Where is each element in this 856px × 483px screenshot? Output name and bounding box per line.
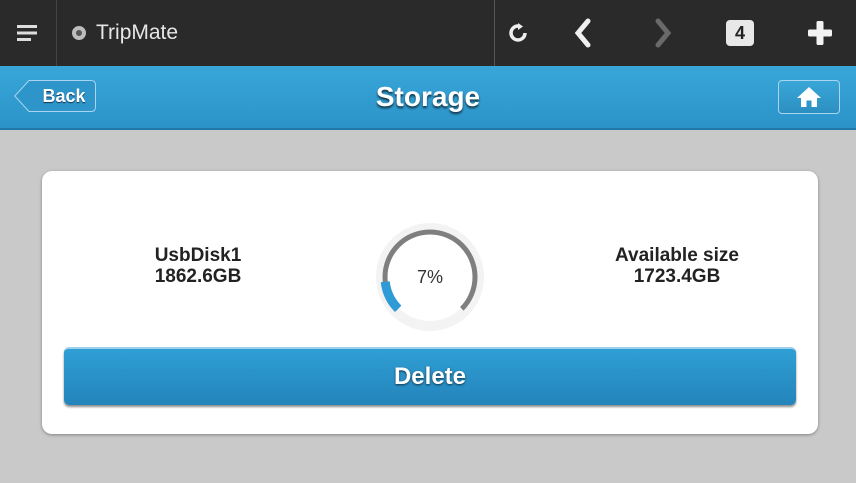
app-logo-icon	[72, 26, 86, 40]
tabs-button[interactable]: 4	[710, 0, 770, 66]
new-tab-button[interactable]	[790, 0, 850, 66]
menu-button[interactable]	[0, 0, 57, 66]
refresh-icon	[509, 23, 527, 42]
delete-button[interactable]: Delete	[64, 347, 796, 405]
disk-total-size: 1862.6GB	[154, 266, 242, 287]
hamburger-icon	[17, 25, 37, 41]
usage-percent: 7%	[416, 267, 443, 287]
top-bar: TripMate 4	[0, 0, 856, 66]
refresh-button[interactable]	[488, 0, 548, 66]
back-arrow-icon	[574, 18, 591, 48]
available-label: Available size	[615, 245, 739, 266]
nav-back-button[interactable]	[553, 0, 613, 66]
disk-name: UsbDisk1	[154, 245, 242, 266]
available-info: Available size 1723.4GB	[597, 245, 757, 287]
forward-arrow-icon	[655, 18, 672, 48]
back-button-label: Back	[42, 86, 86, 106]
app-title: TripMate	[72, 0, 178, 66]
plus-icon	[808, 21, 832, 45]
disk-info: UsbDisk1 1862.6GB	[138, 245, 258, 287]
page-title: Storage	[375, 81, 481, 112]
storage-card: UsbDisk1 1862.6GB 7% Available size 1723…	[42, 171, 818, 434]
nav-forward-button[interactable]	[633, 0, 693, 66]
app-title-text: TripMate	[96, 21, 179, 44]
page-header: Storage Back	[0, 66, 856, 130]
usage-gauge: 7%	[368, 215, 492, 339]
delete-button-label: Delete	[393, 363, 467, 390]
tab-count-badge: 4	[726, 20, 754, 46]
home-icon	[797, 87, 821, 107]
available-size: 1723.4GB	[633, 266, 721, 287]
back-button[interactable]: Back	[14, 80, 96, 112]
home-button[interactable]	[778, 80, 840, 114]
